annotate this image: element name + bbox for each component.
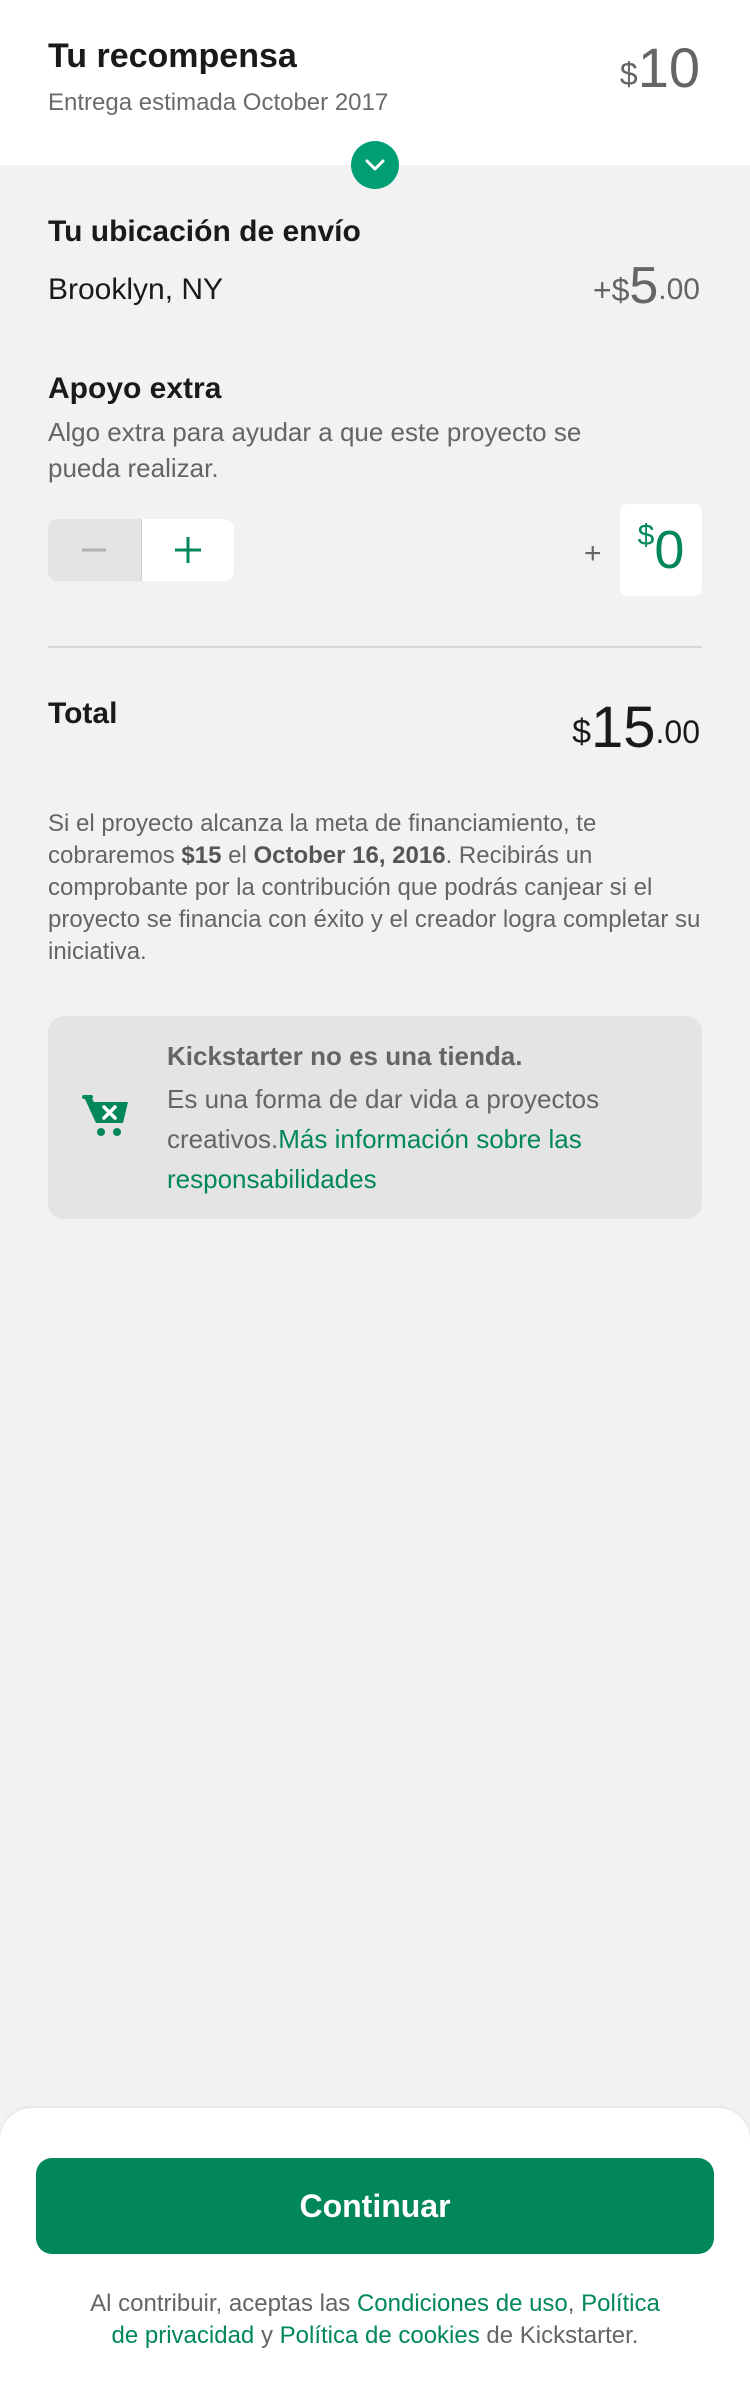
total-cents: .00 [655,714,700,750]
terms-of-use-link[interactable]: Condiciones de uso [357,2290,568,2317]
reward-price: $10 [620,36,700,115]
reward-currency: $ [619,56,638,92]
total-currency: $ [572,713,591,751]
divider [48,646,702,648]
continue-button[interactable]: Continuar [36,2158,714,2254]
not-a-store-notice: Kickstarter no es una tienda. Es una for… [48,1016,702,1219]
expand-reward-button[interactable] [351,141,399,189]
extra-plus-sign: + [584,537,602,570]
minus-icon [82,548,107,552]
estimated-delivery: Entrega estimada October 2017 [48,89,389,116]
shipping-amount: 5 [629,257,659,315]
shipping-cents: .00 [658,273,700,306]
terms-text: Al contribuir, aceptas las Condiciones d… [90,2290,660,2349]
extra-currency: $ [637,519,655,552]
shipping-location[interactable]: Brooklyn, NY [48,270,223,310]
plus-icon [174,537,201,563]
shipping-price: +$5.00 [593,258,700,327]
total-label: Total [48,697,118,730]
reward-title: Tu recompensa [48,37,297,75]
bottom-sheet: Continuar Al contribuir, aceptas las Con… [0,2108,750,2400]
decrement-button[interactable] [48,519,141,581]
reward-amount: 10 [637,36,700,99]
notice-title: Kickstarter no es una tienda. [167,1041,523,1071]
total-price: $15.00 [572,694,700,777]
increment-button[interactable] [141,519,234,581]
charge-disclaimer: Si el proyecto alcanza la meta de financ… [48,810,701,965]
cart-x-icon [82,1095,128,1136]
shipping-sign: +$ [592,272,630,308]
charge-amount: $15 [181,842,222,869]
extra-support-stepper [48,519,234,581]
notice-body: Es una forma de dar vida a proyectos cre… [167,1084,600,1194]
cookie-policy-link[interactable]: Política de cookies [280,2322,480,2349]
extra-support-title: Apoyo extra [48,372,222,405]
charge-date: October 16, 2016 [253,842,446,869]
total-amount: 15 [591,695,656,760]
extra-support-amount-field[interactable]: $0 [620,504,702,596]
shipping-title: Tu ubicación de envío [48,215,361,248]
chevron-down-icon [365,159,385,171]
extra-amount: 0 [654,520,685,580]
extra-support-description: Algo extra para ayudar a que este proyec… [48,417,582,483]
